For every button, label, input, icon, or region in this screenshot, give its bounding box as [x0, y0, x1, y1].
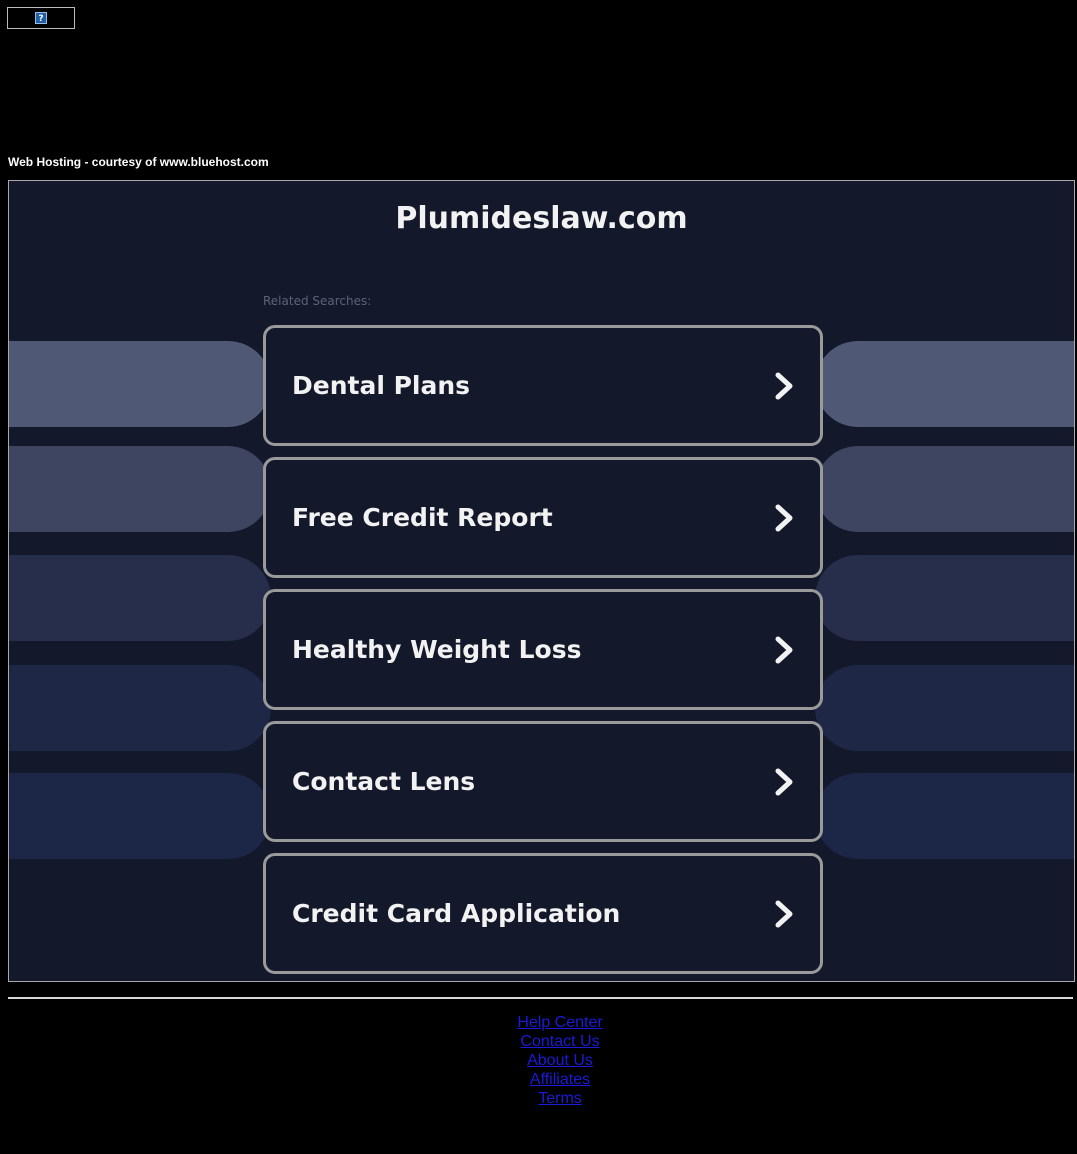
search-link-label: Credit Card Application — [292, 899, 621, 928]
chevron-right-icon — [775, 768, 793, 796]
search-link-label: Healthy Weight Loss — [292, 635, 582, 664]
footer-links: Help Center Contact Us About Us Affiliat… — [8, 1013, 1077, 1108]
search-link-free-credit-report[interactable]: Free Credit Report — [263, 457, 823, 578]
search-link-label: Dental Plans — [292, 371, 471, 400]
decorative-pill — [815, 773, 1074, 859]
footer-link-contact-us[interactable]: Contact Us — [8, 1032, 1077, 1051]
footer-link-terms[interactable]: Terms — [8, 1089, 1077, 1108]
hosting-courtesy-text: Web Hosting - courtesy of www.bluehost.c… — [8, 155, 269, 169]
footer-link-affiliates[interactable]: Affiliates — [8, 1070, 1077, 1089]
decorative-pill — [9, 773, 271, 859]
footer-link-help-center[interactable]: Help Center — [8, 1013, 1077, 1032]
search-link-label: Free Credit Report — [292, 503, 553, 532]
decorative-pill — [815, 665, 1074, 751]
decorative-pill — [9, 555, 271, 641]
site-title: Plumideslaw.com — [395, 201, 688, 236]
parked-domain-panel: Plumideslaw.com Related Searches: Dental… — [8, 180, 1075, 982]
chevron-right-icon — [775, 504, 793, 532]
footer-divider — [8, 997, 1073, 999]
chevron-right-icon — [775, 900, 793, 928]
top-banner-image[interactable]: ? — [7, 7, 75, 29]
related-searches-label: Related Searches: — [263, 294, 372, 308]
decorative-pill — [9, 341, 271, 427]
search-link-dental-plans[interactable]: Dental Plans — [263, 325, 823, 446]
search-link-healthy-weight-loss[interactable]: Healthy Weight Loss — [263, 589, 823, 710]
search-link-label: Contact Lens — [292, 767, 476, 796]
footer-link-about-us[interactable]: About Us — [8, 1051, 1077, 1070]
decorative-pill — [815, 555, 1074, 641]
decorative-pill — [815, 341, 1074, 427]
decorative-pill — [815, 446, 1074, 532]
question-mark-icon: ? — [35, 12, 47, 24]
decorative-pill — [9, 665, 271, 751]
search-link-credit-card-application[interactable]: Credit Card Application — [263, 853, 823, 974]
search-link-contact-lens[interactable]: Contact Lens — [263, 721, 823, 842]
chevron-right-icon — [775, 372, 793, 400]
chevron-right-icon — [775, 636, 793, 664]
decorative-pill — [9, 446, 271, 532]
